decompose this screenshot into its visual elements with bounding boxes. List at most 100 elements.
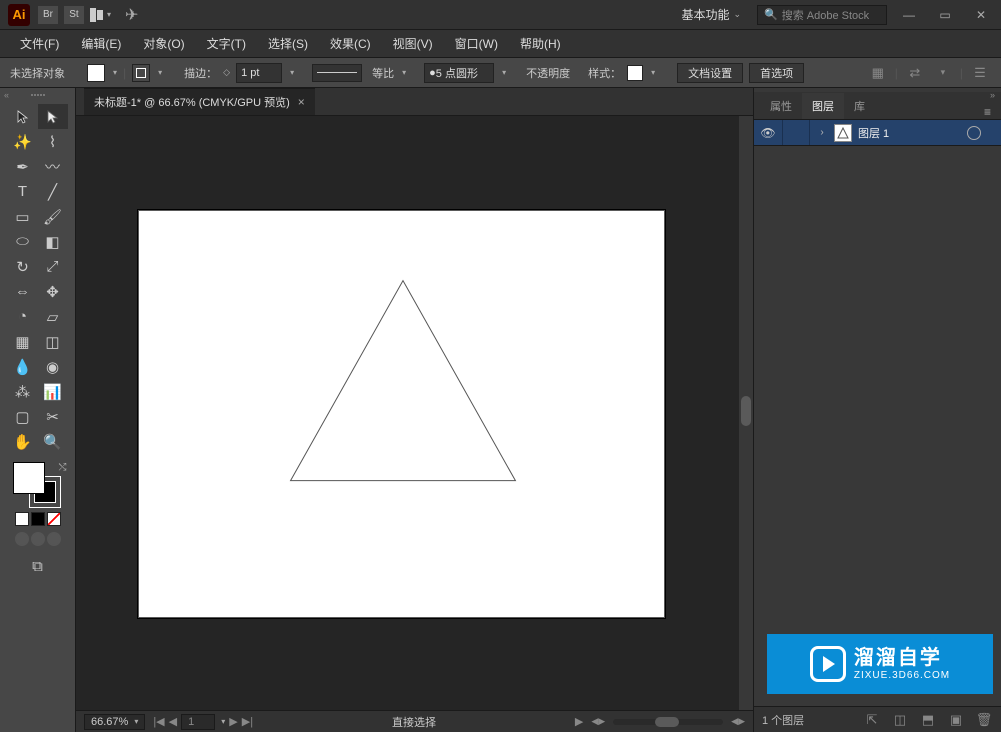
close-button[interactable]: ✕ xyxy=(969,5,993,25)
chevron-down-icon[interactable]: ▾ xyxy=(402,68,406,77)
type-tool[interactable]: T xyxy=(8,179,38,204)
new-layer-icon[interactable]: ▣ xyxy=(947,712,965,728)
menu-view[interactable]: 视图(V) xyxy=(383,31,443,56)
column-graph-tool[interactable]: 📊 xyxy=(38,379,68,404)
chevron-down-icon[interactable]: ⌄ xyxy=(733,9,741,20)
horizontal-scrollbar[interactable] xyxy=(613,719,723,725)
opacity-label[interactable]: 不透明度 xyxy=(526,65,570,81)
chevron-down-icon[interactable]: ▾ xyxy=(158,68,162,77)
draw-inside[interactable] xyxy=(47,532,61,546)
prev-artboard-icon[interactable]: ◀ xyxy=(169,715,177,728)
document-tab[interactable]: 未标题-1* @ 66.67% (CMYK/GPU 预览) × xyxy=(84,88,315,115)
style-swatch[interactable] xyxy=(627,65,643,81)
draw-normal[interactable] xyxy=(15,532,29,546)
visibility-toggle-icon[interactable]: 👁 xyxy=(760,126,776,140)
nav-arrows-icon[interactable]: ◀▶ xyxy=(591,716,605,727)
bridge-icon[interactable]: Br xyxy=(38,6,58,24)
scale-tool[interactable]: ⤢ xyxy=(38,254,68,279)
hand-tool[interactable]: ✋ xyxy=(8,429,38,454)
stock-icon[interactable]: St xyxy=(64,6,84,24)
stepper-icon[interactable]: ◇ xyxy=(223,67,230,78)
brush-definition[interactable]: ● 5 点圆形 xyxy=(424,63,494,83)
slice-tool[interactable]: ✂ xyxy=(38,404,68,429)
curvature-tool[interactable]: 〰 xyxy=(38,154,68,179)
perspective-tool[interactable]: ▱ xyxy=(38,304,68,329)
rectangle-tool[interactable]: ▭ xyxy=(8,204,38,229)
create-sublayer-icon[interactable]: ⬒ xyxy=(919,712,937,728)
panel-menu-icon[interactable]: ≡ xyxy=(974,105,1001,119)
scrollbar-thumb[interactable] xyxy=(655,717,679,727)
cloud-icon[interactable]: ✈ xyxy=(125,5,138,25)
paintbrush-tool[interactable]: 🖌 xyxy=(38,204,68,229)
last-artboard-icon[interactable]: ▶| xyxy=(242,715,253,728)
menu-help[interactable]: 帮助(H) xyxy=(510,31,571,56)
menu-object[interactable]: 对象(O) xyxy=(133,31,194,56)
shaper-tool[interactable]: ⬭ xyxy=(8,229,38,254)
chevron-down-icon[interactable]: ▾ xyxy=(290,68,294,77)
magic-wand-tool[interactable]: ✨ xyxy=(8,129,38,154)
menu-edit[interactable]: 编辑(E) xyxy=(71,31,131,56)
document-setup-button[interactable]: 文档设置 xyxy=(677,63,743,83)
gradient-tool[interactable]: ◫ xyxy=(38,329,68,354)
artboard-nav-input[interactable]: 1 xyxy=(181,714,215,730)
draw-behind[interactable] xyxy=(31,532,45,546)
free-transform-tool[interactable]: ✥ xyxy=(38,279,68,304)
width-tool[interactable]: ⇔ xyxy=(8,279,38,304)
expand-layer-icon[interactable]: › xyxy=(816,127,828,138)
gradient-mode[interactable] xyxy=(31,512,45,526)
menu-type[interactable]: 文字(T) xyxy=(197,31,256,56)
blend-tool[interactable]: ◉ xyxy=(38,354,68,379)
selection-tool[interactable] xyxy=(8,104,38,129)
rotate-tool[interactable]: ↻ xyxy=(8,254,38,279)
tab-libraries[interactable]: 库 xyxy=(844,93,875,119)
nav-arrows-icon[interactable]: ◀▶ xyxy=(731,716,745,727)
list-icon[interactable]: ☰ xyxy=(969,63,991,83)
zoom-tool[interactable]: 🔍 xyxy=(38,429,68,454)
tab-layers[interactable]: 图层 xyxy=(802,93,844,119)
chevron-down-icon[interactable]: ▾ xyxy=(651,68,655,77)
stock-search-input[interactable]: 🔍 搜索 Adobe Stock xyxy=(757,5,887,25)
chevron-down-icon[interactable]: ▾ xyxy=(932,63,954,83)
swap-fill-stroke-icon[interactable]: ⤭ xyxy=(59,462,67,473)
play-icon[interactable]: ▶ xyxy=(575,715,583,728)
collapse-icon[interactable]: « xyxy=(4,90,9,100)
layer-name[interactable]: 图层 1 xyxy=(858,125,961,141)
lasso-tool[interactable]: ⌇ xyxy=(38,129,68,154)
line-tool[interactable]: ╱ xyxy=(38,179,68,204)
none-mode[interactable] xyxy=(47,512,61,526)
locate-object-icon[interactable]: ⇱ xyxy=(863,712,881,728)
color-mode[interactable] xyxy=(15,512,29,526)
stroke-swatch[interactable] xyxy=(132,64,150,82)
minimize-button[interactable]: ― xyxy=(897,5,921,25)
direct-selection-tool[interactable] xyxy=(38,104,68,129)
vertical-scrollbar[interactable] xyxy=(739,116,753,710)
symbol-sprayer-tool[interactable]: ⁂ xyxy=(8,379,38,404)
panel-grip[interactable] xyxy=(18,94,58,100)
scrollbar-thumb[interactable] xyxy=(741,396,751,426)
target-icon[interactable] xyxy=(967,126,981,140)
shape-builder-tool[interactable]: ◔ xyxy=(8,304,38,329)
delete-layer-icon[interactable]: 🗑 xyxy=(975,712,993,728)
fill-swatch[interactable] xyxy=(87,64,105,82)
close-tab-icon[interactable]: × xyxy=(298,95,305,109)
make-clipping-mask-icon[interactable]: ◫ xyxy=(891,712,909,728)
canvas-viewport[interactable] xyxy=(76,116,753,710)
preferences-button[interactable]: 首选项 xyxy=(749,63,804,83)
chevron-down-icon[interactable]: ▾ xyxy=(221,717,225,726)
zoom-level-input[interactable]: 66.67%▾ xyxy=(84,714,145,730)
chevron-down-icon[interactable]: ▾ xyxy=(113,68,117,77)
fill-stroke-control[interactable]: ⤭ xyxy=(13,462,63,508)
chevron-down-icon[interactable]: ▾ xyxy=(502,68,506,77)
artboard[interactable] xyxy=(138,210,665,618)
first-artboard-icon[interactable]: |◀ xyxy=(153,715,164,728)
pen-tool[interactable]: ✒ xyxy=(8,154,38,179)
collapse-icon[interactable]: » xyxy=(990,90,995,100)
menu-select[interactable]: 选择(S) xyxy=(258,31,318,56)
mesh-tool[interactable]: ▦ xyxy=(8,329,38,354)
stroke-weight-input[interactable]: 1 pt xyxy=(236,63,282,83)
tab-properties[interactable]: 属性 xyxy=(760,93,802,119)
artboard-tool[interactable]: ▢ xyxy=(8,404,38,429)
layer-row[interactable]: 👁 › 图层 1 xyxy=(754,120,1001,146)
eyedropper-tool[interactable]: 💧 xyxy=(8,354,38,379)
arrange-docs-icon[interactable]: ▾ xyxy=(90,8,111,22)
